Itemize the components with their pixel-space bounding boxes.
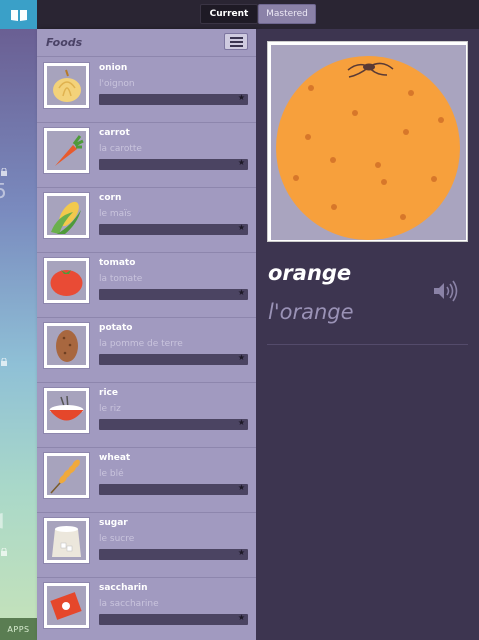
- item-translation: le riz: [99, 404, 121, 414]
- tab-mastered[interactable]: Mastered: [258, 4, 316, 24]
- star-icon[interactable]: ★: [238, 353, 245, 362]
- progress-bar: ★: [99, 223, 248, 235]
- word-detail-panel: orange l'orange: [256, 29, 479, 640]
- carrot-icon: [55, 135, 84, 166]
- item-word: wheat: [99, 453, 131, 463]
- corn-icon: [51, 201, 81, 234]
- item-word: potato: [99, 323, 133, 333]
- lock-icon: [1, 548, 7, 556]
- star-icon[interactable]: ★: [238, 418, 245, 427]
- list-item-saccharin[interactable]: saccharin la saccharine ★: [37, 577, 256, 640]
- list-icon-line: [229, 40, 243, 43]
- item-thumbnail: [43, 322, 90, 369]
- list-item-corn[interactable]: corn le maïs ★: [37, 187, 256, 253]
- item-translation: la saccharine: [99, 599, 159, 609]
- list-view-button[interactable]: [224, 33, 248, 50]
- item-word: saccharin: [99, 583, 148, 593]
- progress-bar: ★: [99, 613, 248, 625]
- item-word: sugar: [99, 518, 128, 528]
- list-icon: [229, 36, 243, 39]
- word-image: [271, 45, 466, 240]
- star-icon[interactable]: ★: [238, 158, 245, 167]
- star-icon[interactable]: ★: [238, 288, 245, 297]
- progress-bar: ★: [99, 548, 248, 560]
- onion-icon: [53, 69, 81, 102]
- word-translation: l'orange: [268, 300, 354, 324]
- item-translation: le blé: [99, 469, 124, 479]
- item-word: tomato: [99, 258, 136, 268]
- item-translation: la carotte: [99, 144, 142, 154]
- progress-bar: ★: [99, 288, 248, 300]
- book-icon: [10, 9, 27, 21]
- partial-leaf-icon: ◖: [0, 507, 5, 531]
- potato-icon: [56, 330, 78, 362]
- list-item-rice[interactable]: rice le riz ★: [37, 382, 256, 448]
- star-icon[interactable]: ★: [238, 548, 245, 557]
- apps-tab[interactable]: APPS: [0, 618, 37, 640]
- item-word: onion: [99, 63, 128, 73]
- item-thumbnail: [43, 582, 90, 629]
- item-thumbnail: [43, 387, 90, 434]
- orange-icon: [276, 56, 460, 240]
- saccharin-icon: [50, 592, 82, 620]
- item-translation: la tomate: [99, 274, 143, 284]
- item-thumbnail: [43, 62, 90, 109]
- item-thumbnail: [43, 127, 90, 174]
- item-thumbnail: [43, 452, 90, 499]
- item-thumbnail: [43, 192, 90, 239]
- item-translation: le maïs: [99, 209, 132, 219]
- lock-icon: [1, 168, 7, 176]
- background-app-strip: 5 ◖ APPS: [0, 29, 37, 640]
- list-item-tomato[interactable]: tomato la tomate ★: [37, 252, 256, 318]
- category-title: Foods: [46, 36, 83, 49]
- lock-icon: [1, 358, 7, 366]
- tab-current[interactable]: Current: [200, 4, 258, 24]
- list-item-sugar[interactable]: sugar le sucre ★: [37, 512, 256, 578]
- progress-bar: ★: [99, 353, 248, 365]
- divider: [267, 344, 468, 345]
- sugar-icon: [52, 526, 81, 557]
- item-word: carrot: [99, 128, 130, 138]
- item-word: rice: [99, 388, 118, 398]
- item-translation: l'oignon: [99, 79, 135, 89]
- progress-bar: ★: [99, 158, 248, 170]
- star-icon[interactable]: ★: [238, 93, 245, 102]
- partial-glyph-icon: 5: [0, 179, 7, 203]
- progress-bar: ★: [99, 418, 248, 430]
- rice-icon: [49, 395, 84, 421]
- list-icon-line: [229, 44, 243, 47]
- item-thumbnail: [43, 517, 90, 564]
- progress-bar: ★: [99, 483, 248, 495]
- item-thumbnail: [43, 257, 90, 304]
- speaker-icon[interactable]: [432, 279, 458, 303]
- tomato-icon: [50, 270, 83, 296]
- top-toolbar: Current Mastered: [0, 0, 479, 29]
- word-image-frame: [267, 41, 468, 242]
- list-item-carrot[interactable]: carrot la carotte ★: [37, 122, 256, 188]
- progress-bar: ★: [99, 93, 248, 105]
- star-icon[interactable]: ★: [238, 483, 245, 492]
- word-list-panel: Foods onion l'oignon ★ carrot la carotte…: [37, 29, 256, 640]
- list-header: Foods: [37, 29, 256, 57]
- list-item-wheat[interactable]: wheat le blé ★: [37, 447, 256, 513]
- list-item-potato[interactable]: potato la pomme de terre ★: [37, 317, 256, 383]
- item-translation: la pomme de terre: [99, 339, 183, 349]
- star-icon[interactable]: ★: [238, 613, 245, 622]
- list-item-onion[interactable]: onion l'oignon ★: [37, 57, 256, 123]
- item-word: corn: [99, 193, 122, 203]
- library-button[interactable]: [0, 0, 37, 29]
- word-title: orange: [268, 261, 352, 285]
- wheat-icon: [50, 459, 80, 494]
- star-icon[interactable]: ★: [238, 223, 245, 232]
- item-translation: le sucre: [99, 534, 135, 544]
